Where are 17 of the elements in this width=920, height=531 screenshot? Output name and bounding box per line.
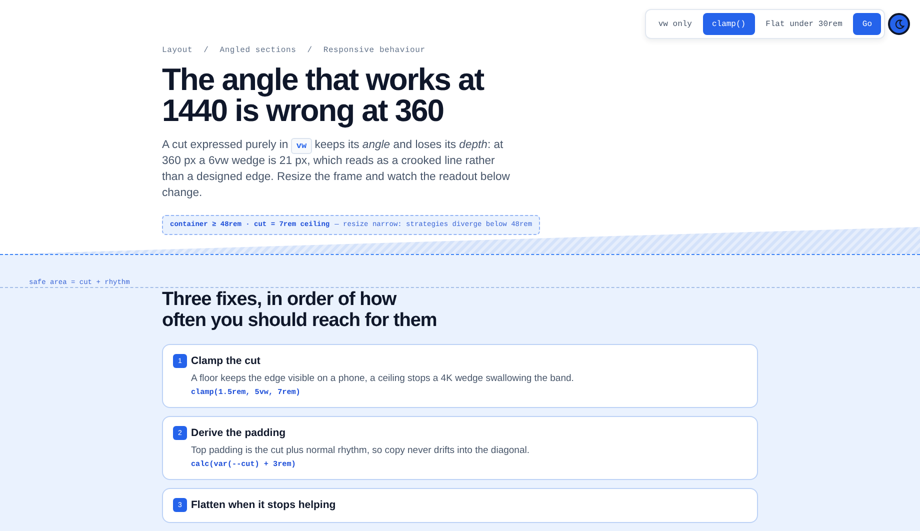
intro-paragraph: A cut expressed purely in vw keeps its angle and loses its depth: at 360 px a 6vw wedge is 21 px, which reads as a crooked line rather than a designed edge. Resize the frame and watch the readout below change. [162,137,511,201]
toggle-button[interactable]: Flat under 30rem [756,13,852,35]
toggle-button[interactable]: Go [853,13,881,35]
toggle-button[interactable]: clamp() [702,13,755,35]
breadcrumb-item[interactable]: Layout [162,46,193,55]
fix-title: Clamp the cut [191,354,262,368]
breadcrumb-separator: / [307,46,312,55]
breadcrumb-separator: / [204,46,209,55]
fix-description: Top padding is the cut plus normal rhythm, so copy never drifts into the diagonal. [191,444,530,457]
breadcrumb-item[interactable]: Angled sections [220,46,296,55]
section-heading: Three fixes, in order of how often you should reach for them [162,288,438,331]
toggle-button[interactable]: vw only [649,13,701,35]
fix-title: Derive the padding [191,426,287,440]
fix-description: A floor keeps the edge visible on a phone, a ceiling stops a 4K wedge swallowing the band. [191,372,575,385]
page-title: The angle that works at 1440 is wrong at 360 [162,64,486,126]
fix-title: Flatten when it stops helping [191,498,337,512]
breadcrumb-item[interactable]: Responsive behaviour [323,46,426,55]
